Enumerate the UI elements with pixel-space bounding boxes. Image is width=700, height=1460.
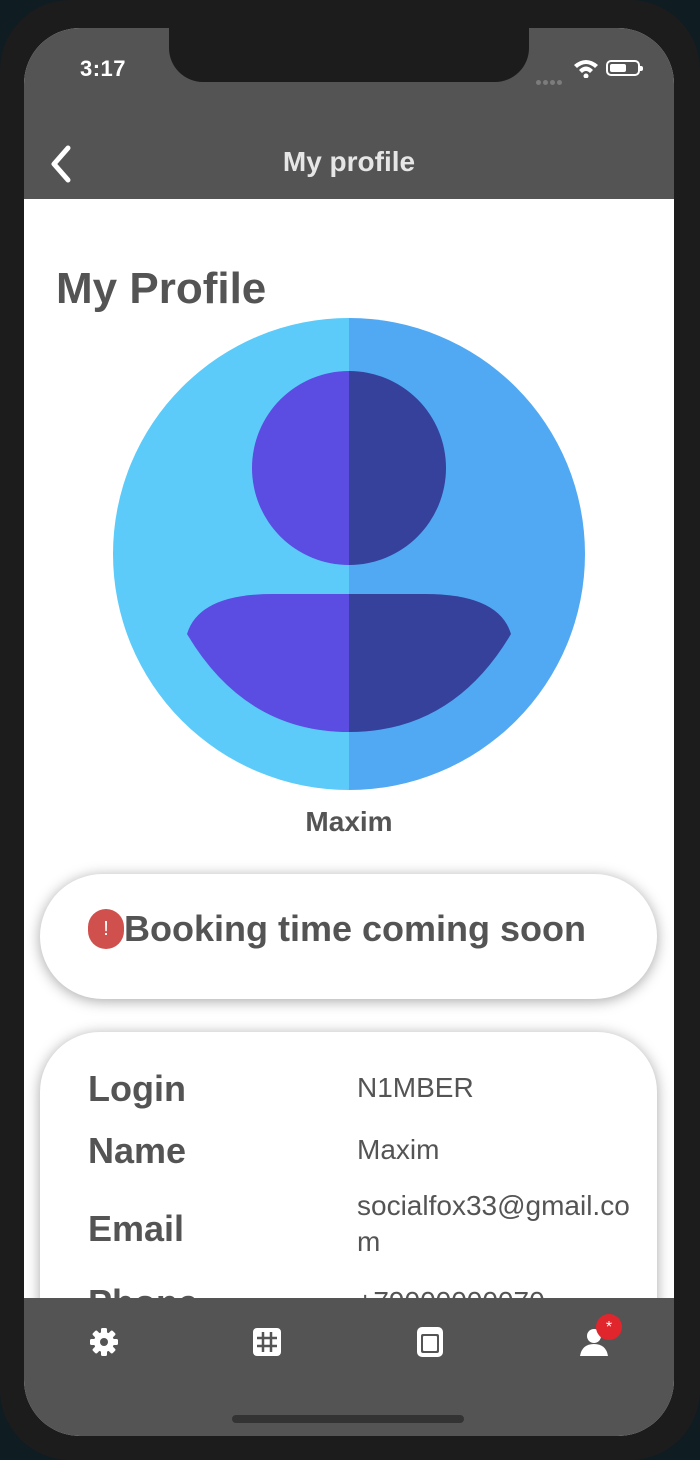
alert-icon: ! (88, 909, 124, 949)
cellular-signal-icon (536, 72, 564, 90)
profile-notification-badge: * (596, 1314, 622, 1340)
status-indicators (536, 58, 648, 85)
login-label: Login (88, 1068, 186, 1109)
page-title: My Profile (56, 264, 267, 313)
home-indicator (232, 1415, 464, 1423)
email-value: socialfox33@gmail.com (357, 1190, 630, 1257)
wifi-icon (574, 60, 598, 78)
app-screen: 3:17 My profile My Profile Maxim ! Booki… (24, 28, 674, 1436)
navigation-header: 3:17 My profile (24, 28, 674, 199)
name-label: Name (88, 1130, 187, 1171)
tab-settings[interactable] (74, 1312, 134, 1372)
gear-icon (90, 1328, 118, 1356)
battery-icon (606, 60, 643, 76)
email-label: Email (88, 1208, 185, 1249)
login-value: N1MBER (357, 1072, 474, 1103)
user-avatar-icon (113, 318, 585, 790)
booking-notice-text: Booking time coming soon (124, 908, 587, 949)
name-value: Maxim (357, 1134, 440, 1165)
device-notch (169, 28, 529, 82)
tab-grid[interactable] (237, 1312, 297, 1372)
header-title: My profile (282, 146, 416, 177)
tab-tablet[interactable] (400, 1312, 460, 1372)
phone-frame: 3:17 My profile My Profile Maxim ! Booki… (0, 0, 700, 1460)
booking-notice-card: ! Booking time coming soon (40, 874, 657, 999)
tablet-icon (417, 1327, 443, 1357)
grid-icon (253, 1328, 281, 1356)
status-time: 3:17 (80, 56, 127, 81)
user-name: Maxim (305, 806, 393, 837)
